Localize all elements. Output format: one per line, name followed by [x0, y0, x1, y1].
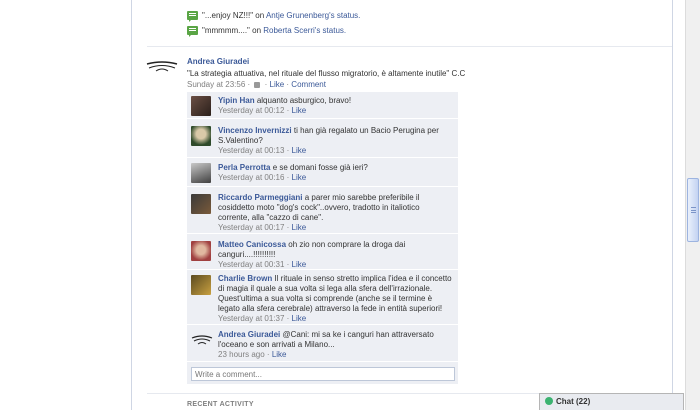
commenter-name-link[interactable]: Vincenzo Invernizzi — [218, 126, 292, 135]
commenter-name-link[interactable]: Riccardo Parmeggiani — [218, 193, 302, 202]
comment-body: Matteo Canicossa oh zio non comprare la … — [218, 240, 452, 270]
comment-body: Charlie Brown Il rituale in senso strett… — [218, 274, 452, 324]
chat-label: Chat (22) — [556, 397, 591, 406]
comment-meta: Yesterday at 00:12 · Like — [218, 106, 307, 115]
content-right-border — [672, 0, 673, 410]
activity-text: "mmmmm...." on Roberta Scerri's status. — [202, 26, 347, 35]
recent-activity-heading: RECENT ACTIVITY — [187, 401, 254, 408]
comment-meta: 23 hours ago · Like — [218, 350, 287, 359]
comment-item: Charlie Brown Il rituale in senso strett… — [187, 271, 458, 325]
comment-item: Andrea Giuradei @Cani: mi sa ke i cangur… — [187, 326, 458, 362]
comment-item: Yipin Han alquanto asburgico, bravo! Yes… — [187, 92, 458, 119]
comment-body: Yipin Han alquanto asburgico, bravo! Yes… — [218, 96, 452, 116]
comment-timestamp: Yesterday at 00:16 — [218, 173, 285, 182]
post-text: "La strategia attuativa, nel rituale del… — [187, 69, 466, 78]
comment-timestamp: Yesterday at 00:12 — [218, 106, 285, 115]
lock-icon — [254, 81, 261, 88]
comment-item: Vincenzo Invernizzi ti han già regalato … — [187, 120, 458, 158]
comment-text: alquanto asburgico, bravo! — [254, 96, 352, 105]
post-author-link[interactable]: Andrea Giuradei — [187, 57, 249, 66]
activity-target-link[interactable]: Roberta Scerri's status. — [263, 26, 346, 35]
page-scrollbar[interactable] — [685, 0, 700, 410]
comments-list: Yipin Han alquanto asburgico, bravo! Yes… — [187, 92, 458, 384]
post-timestamp: Sunday at 23:56 — [187, 80, 246, 89]
post-meta: Sunday at 23:56 · · Like · Comment — [187, 80, 326, 89]
comment-like-link[interactable]: Like — [292, 260, 307, 269]
commenter-name-link[interactable]: Yipin Han — [218, 96, 255, 105]
chat-button[interactable]: Chat (22) — [539, 393, 684, 410]
commenter-name-link[interactable]: Andrea Giuradei — [218, 330, 280, 339]
commenter-name-link[interactable]: Perla Perrotta — [218, 163, 270, 172]
author-avatar[interactable] — [146, 58, 178, 74]
content-left-border — [131, 0, 132, 410]
commenter-avatar[interactable] — [191, 241, 211, 261]
scrollbar-grip-icon — [691, 207, 696, 213]
comment-icon — [187, 11, 198, 22]
comment-body: Riccardo Parmeggiani a parer mio sarebbe… — [218, 193, 452, 233]
comment-timestamp: Yesterday at 00:13 — [218, 146, 285, 155]
write-comment-input[interactable]: Write a comment... — [191, 367, 455, 381]
commenter-avatar[interactable] — [191, 333, 213, 347]
comment-meta: Yesterday at 00:31 · Like — [218, 260, 307, 269]
comment-like-link[interactable]: Like — [292, 223, 307, 232]
activity-text: "...enjoy NZ!!!" on Antje Grunenberg's s… — [202, 11, 361, 20]
commenter-name-link[interactable]: Charlie Brown — [218, 274, 272, 283]
comment-body: Vincenzo Invernizzi ti han già regalato … — [218, 126, 452, 156]
comment-text: e se domani fosse già ieri? — [270, 163, 368, 172]
comment-icon — [187, 26, 198, 37]
commenter-avatar[interactable] — [191, 96, 211, 116]
comment-item: Perla Perrotta e se domani fosse già ier… — [187, 159, 458, 187]
comment-like-link[interactable]: Like — [292, 314, 307, 323]
post-comment-link[interactable]: Comment — [291, 80, 326, 89]
comment-like-link[interactable]: Like — [292, 106, 307, 115]
comment-body: Andrea Giuradei @Cani: mi sa ke i cangur… — [218, 330, 452, 360]
comment-meta: Yesterday at 01:37 · Like — [218, 314, 307, 323]
comment-like-link[interactable]: Like — [292, 173, 307, 182]
commenter-avatar[interactable] — [191, 126, 211, 146]
comment-timestamp: Yesterday at 00:17 — [218, 223, 285, 232]
comment-meta: Yesterday at 00:16 · Like — [218, 173, 307, 182]
comment-item: Matteo Canicossa oh zio non comprare la … — [187, 235, 458, 270]
commenter-name-link[interactable]: Matteo Canicossa — [218, 240, 286, 249]
commenter-avatar[interactable] — [191, 163, 211, 183]
section-divider — [147, 46, 672, 47]
comment-body: Perla Perrotta e se domani fosse già ier… — [218, 163, 452, 183]
comment-timestamp: 23 hours ago — [218, 350, 265, 359]
commenter-avatar[interactable] — [191, 275, 211, 295]
comment-meta: Yesterday at 00:17 · Like — [218, 223, 307, 232]
comment-like-link[interactable]: Like — [272, 350, 287, 359]
post-like-link[interactable]: Like — [270, 80, 285, 89]
comment-timestamp: Yesterday at 00:31 — [218, 260, 285, 269]
activity-target-link[interactable]: Antje Grunenberg's status. — [266, 11, 360, 20]
chat-online-icon — [545, 397, 553, 405]
comment-like-link[interactable]: Like — [292, 146, 307, 155]
comment-item: Riccardo Parmeggiani a parer mio sarebbe… — [187, 188, 458, 234]
scrollbar-thumb[interactable] — [687, 178, 699, 242]
comment-meta: Yesterday at 00:13 · Like — [218, 146, 307, 155]
commenter-avatar[interactable] — [191, 194, 211, 214]
comment-timestamp: Yesterday at 01:37 — [218, 314, 285, 323]
